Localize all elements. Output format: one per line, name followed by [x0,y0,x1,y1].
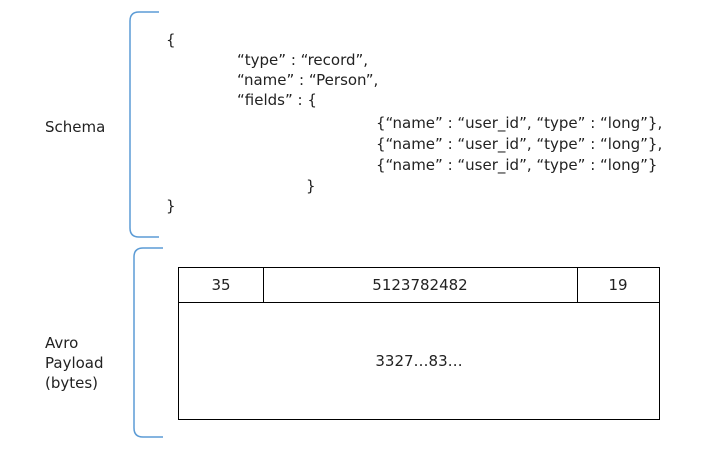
payload-brace-icon [133,247,163,438]
schema-line: {“name” : “user_id”, “type” : “long”} [376,156,658,174]
payload-cell: 35 [179,268,264,302]
schema-line: “name” : “Person”, [237,71,379,89]
schema-line: “fields” : { [237,91,317,109]
schema-label: Schema [45,118,106,136]
schema-line: {“name” : “user_id”, “type” : “long”}, [376,114,663,132]
payload-box: 35 5123782482 19 3327…83… [178,267,660,420]
payload-bytes-text: 3327…83… [375,352,463,370]
payload-header-row: 35 5123782482 19 [179,268,659,303]
payload-cell: 5123782482 [263,268,578,302]
schema-line: “type” : “record”, [237,51,369,69]
payload-label-line: (bytes) [45,374,99,392]
schema-line: { [166,31,176,49]
payload-cell: 19 [608,276,628,294]
payload-label: Avro Payload (bytes) [45,333,104,393]
schema-brace-icon [129,11,159,238]
schema-line: } [166,197,176,215]
payload-label-line: Avro [45,334,79,352]
schema-line: } [306,177,316,195]
schema-line: {“name” : “user_id”, “type” : “long”}, [376,135,663,153]
payload-label-line: Payload [45,354,104,372]
